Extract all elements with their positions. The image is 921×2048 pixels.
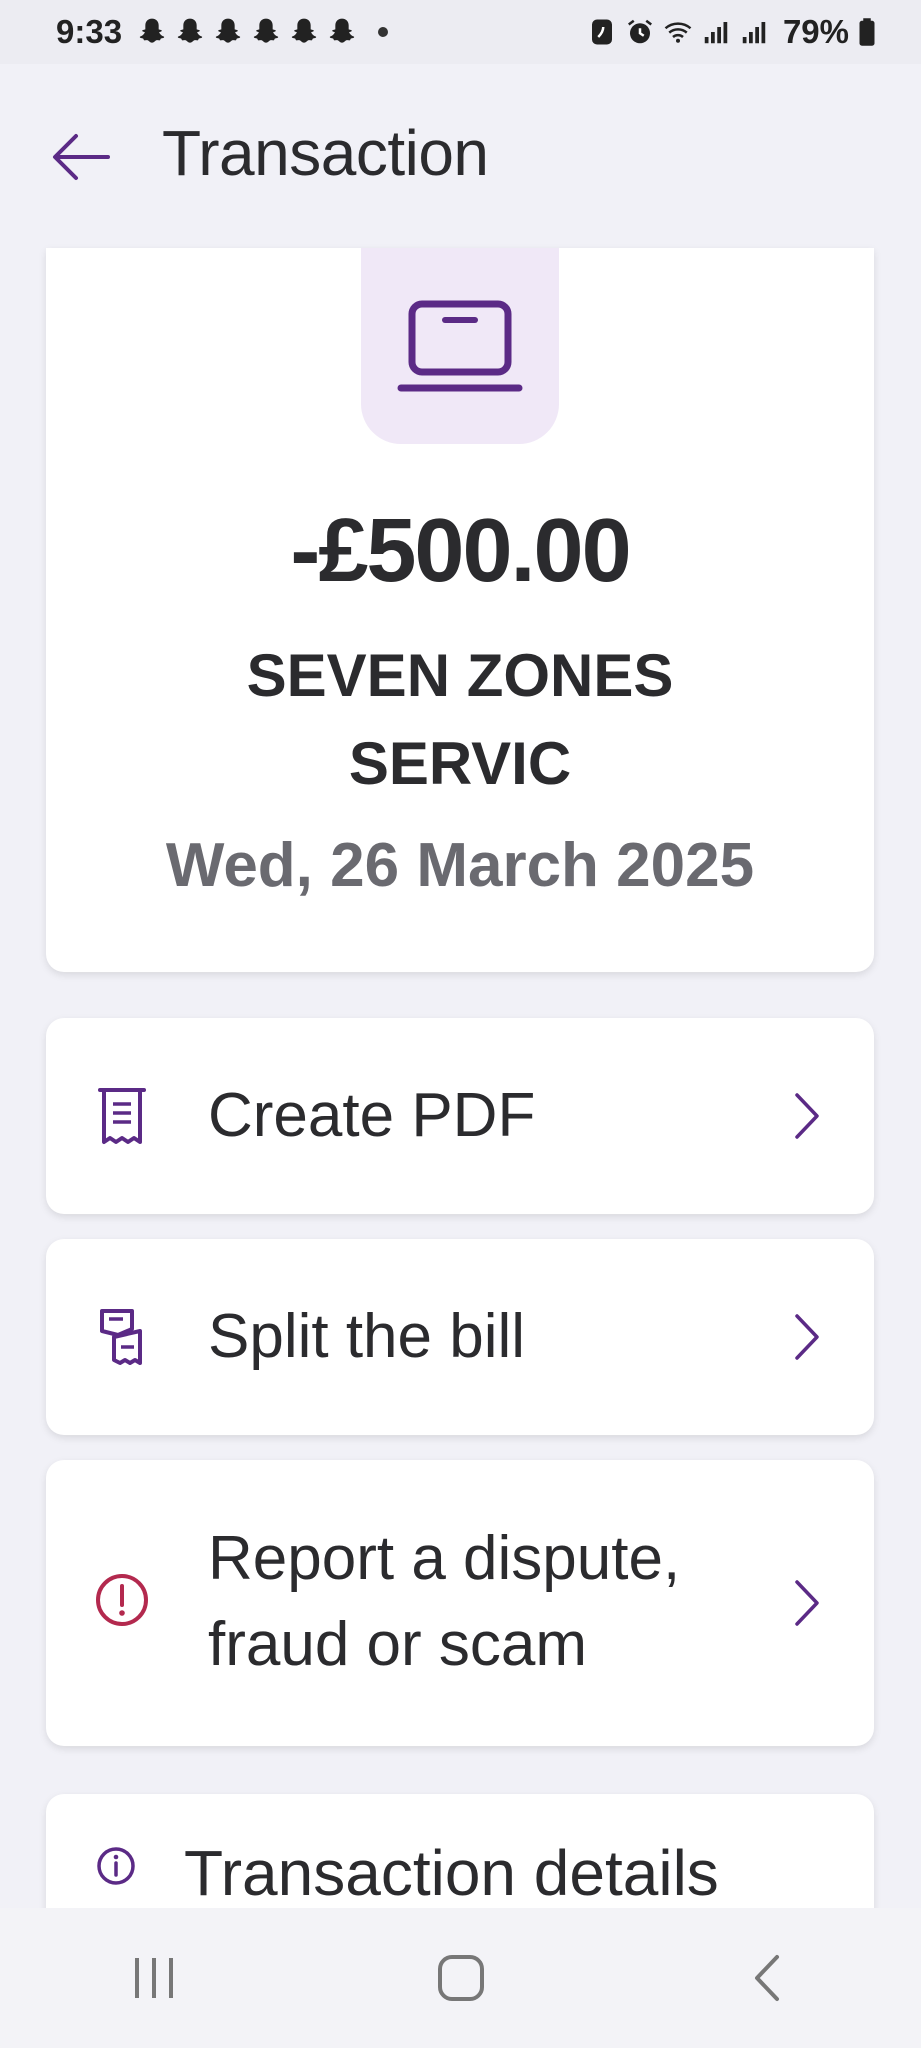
split-bill-icon [100, 1309, 142, 1365]
chevron-right-icon [795, 1580, 819, 1626]
wifi-icon [664, 22, 692, 43]
snapchat-icon [139, 18, 165, 43]
signal-icon [704, 22, 728, 44]
nfc-icon [591, 19, 612, 45]
back-button[interactable] [46, 122, 116, 192]
merchant-name: SEVEN ZONES SERVIC [246, 642, 674, 797]
snapchat-icon [291, 18, 317, 43]
alert-circle-icon [96, 1574, 148, 1626]
status-bar: 9:33 79% [0, 0, 921, 64]
battery-icon [859, 18, 875, 46]
split-bill-label: Split the bill [208, 1302, 526, 1371]
back-nav-button[interactable] [728, 1948, 808, 2008]
transaction-summary-card: -£500.00 SEVEN ZONES SERVIC Wed, 26 Marc… [46, 248, 874, 972]
alarm-icon [627, 19, 652, 44]
notification-icons [136, 16, 358, 48]
snapchat-icon [215, 18, 241, 43]
report-dispute-button[interactable]: Report a dispute, fraud or scam [46, 1460, 874, 1746]
split-bill-button[interactable]: Split the bill [46, 1239, 874, 1435]
more-notifications-dot [378, 27, 389, 37]
info-icon [97, 1847, 135, 1885]
snapchat-icon [177, 18, 203, 43]
status-right: 79% [587, 13, 877, 51]
transaction-amount: -£500.00 [290, 501, 631, 601]
battery-level: 79% [782, 13, 849, 50]
transaction-date: Wed, 26 March 2025 [165, 831, 755, 900]
chevron-right-icon [795, 1314, 819, 1360]
chevron-left-icon [754, 1955, 779, 2001]
signal-icon [742, 22, 766, 44]
report-dispute-label: Report a dispute, fraud or scam [208, 1524, 681, 1679]
recent-apps-icon [134, 1958, 173, 1998]
status-time: 9:33 [56, 13, 123, 50]
merchant-category-badge [361, 248, 559, 444]
home-button[interactable] [421, 1948, 501, 2008]
page-title: Transaction [162, 117, 489, 189]
create-pdf-label: Create PDF [208, 1081, 536, 1150]
transaction-details-title: Transaction details [184, 1837, 719, 1909]
laptop-icon [397, 300, 523, 392]
home-icon [437, 1955, 484, 2001]
snapchat-icon [329, 18, 355, 43]
app-bar: Transaction [0, 64, 921, 248]
create-pdf-button[interactable]: Create PDF [46, 1018, 874, 1214]
chevron-right-icon [795, 1093, 819, 1139]
snapchat-icon [253, 18, 279, 43]
receipt-icon [98, 1088, 146, 1144]
arrow-left-icon [53, 134, 110, 180]
recent-apps-button[interactable] [114, 1948, 194, 2008]
system-nav-bar [0, 1908, 921, 2048]
status-left: 9:33 [56, 13, 389, 51]
